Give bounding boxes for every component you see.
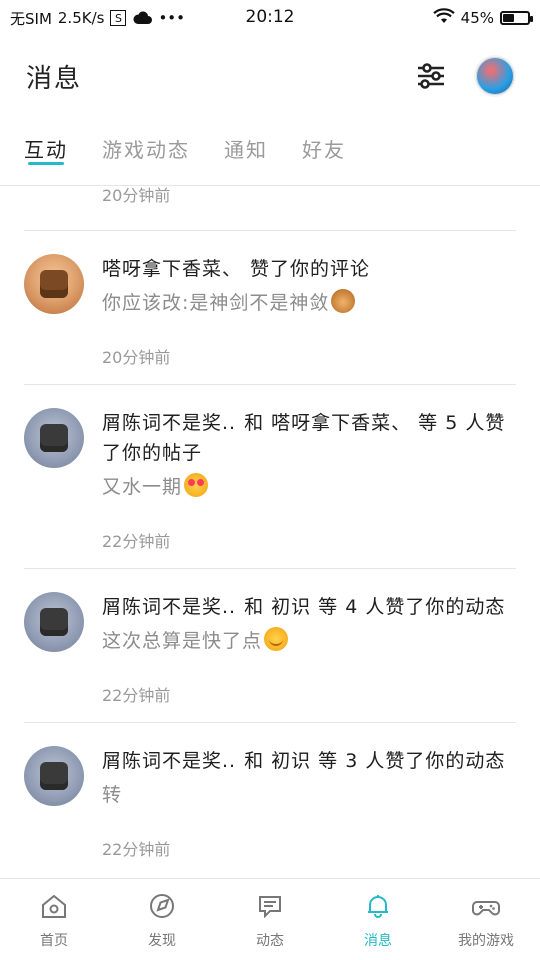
item-title-line2: 了你的帖子 <box>102 442 203 464</box>
gamepad-icon <box>470 890 502 922</box>
sliders-icon[interactable] <box>414 59 448 93</box>
status-time: 20:12 <box>245 7 295 27</box>
app-screen: 无SIM 2.5K/s S ••• 20:12 45% 消息 互动 游戏动态 通… <box>0 0 540 960</box>
nav-my-games[interactable]: 我的游戏 <box>432 890 540 950</box>
status-left: 无SIM 2.5K/s S ••• <box>10 8 185 29</box>
wifi-icon <box>432 8 455 28</box>
nav-messages[interactable]: 消息 <box>324 890 432 950</box>
nav-discover[interactable]: 发现 <box>108 890 216 950</box>
monkey-emoji <box>331 289 356 313</box>
item-title: 屑陈词不是奖.. 和 初识 等 4 人赞了你的动态 <box>102 592 505 622</box>
list-item[interactable]: 屑陈词不是奖.. 和 初识 等 3 人赞了你的动态 转 22分钟前 <box>24 746 516 860</box>
item-title: 屑陈词不是奖.. 和 初识 等 3 人赞了你的动态 <box>102 746 505 776</box>
divider <box>24 384 516 385</box>
sim-icon: S <box>110 10 127 26</box>
nav-my-games-label: 我的游戏 <box>458 932 514 949</box>
tab-bar: 互动 游戏动态 通知 好友 <box>0 116 540 186</box>
more-dots: ••• <box>158 9 185 27</box>
avatar-boy[interactable] <box>24 746 84 806</box>
active-tab-indicator <box>28 162 64 165</box>
avatar-girl[interactable] <box>24 254 84 314</box>
user-name[interactable]: 嗒呀拿下香菜、 <box>102 258 242 280</box>
battery-fill <box>503 14 514 22</box>
smile-emoji <box>264 627 289 651</box>
divider <box>24 722 516 723</box>
item-text: 嗒呀拿下香菜、 赞了你的评论 你应该改:是神剑不是神敛 20分钟前 <box>102 254 370 368</box>
nav-messages-label: 消息 <box>364 932 392 949</box>
divider <box>24 230 516 231</box>
discover-icon <box>146 890 178 922</box>
item-snippet: 转 <box>102 780 505 810</box>
bell-icon <box>362 890 394 922</box>
list-item[interactable]: 屑陈词不是奖.. 和 嗒呀拿下香菜、 等 5 人赞 了你的帖子 又水一期 22分钟… <box>24 408 516 552</box>
user-name[interactable]: 屑陈词不是奖.. <box>102 596 236 618</box>
item-time: 20分钟前 <box>102 348 171 367</box>
item-snippet: 你应该改:是神剑不是神敛 <box>102 288 370 318</box>
snippet-text: 转 <box>102 784 123 806</box>
tab-interactions[interactable]: 互动 <box>24 116 68 165</box>
profile-avatar[interactable] <box>474 55 516 97</box>
network-speed: 2.5K/s <box>57 9 105 27</box>
heart-eyes-emoji <box>184 473 209 497</box>
nav-home-label: 首页 <box>40 932 68 949</box>
user-name[interactable]: 屑陈词不是奖.. <box>102 412 236 434</box>
snippet-text: 又水一期 <box>102 476 183 498</box>
item-snippet: 这次总算是快了点 <box>102 626 505 656</box>
battery-icon <box>500 11 533 25</box>
feed-icon <box>254 890 286 922</box>
user-name[interactable]: 屑陈词不是奖.. <box>102 750 236 772</box>
cloud-icon <box>132 11 153 25</box>
item-text: 屑陈词不是奖.. 和 初识 等 4 人赞了你的动态 这次总算是快了点 22分钟前 <box>102 592 505 706</box>
item-title: 嗒呀拿下香菜、 赞了你的评论 <box>102 254 370 284</box>
header: 消息 <box>0 36 540 116</box>
item-action: 和 初识 等 4 人赞了你的动态 <box>244 596 506 618</box>
snippet-text: 这次总算是快了点 <box>102 630 263 652</box>
status-bar: 无SIM 2.5K/s S ••• 20:12 45% <box>0 0 540 36</box>
bottom-nav: 首页 发现 动态 消息 我的游戏 <box>0 878 540 960</box>
item-time: 22分钟前 <box>102 686 171 705</box>
avatar-boy[interactable] <box>24 408 84 468</box>
item-action: 和 初识 等 3 人赞了你的动态 <box>244 750 506 772</box>
tab-notifications-label: 通知 <box>224 138 268 162</box>
avatar-face <box>40 762 68 790</box>
nav-feed[interactable]: 动态 <box>216 890 324 950</box>
item-title: 屑陈词不是奖.. 和 嗒呀拿下香菜、 等 5 人赞 <box>102 408 505 438</box>
carrier-text: 无SIM <box>10 9 52 28</box>
status-right: 45% <box>432 8 533 28</box>
home-icon <box>38 890 70 922</box>
avatar-face <box>40 424 68 452</box>
item-text: 屑陈词不是奖.. 和 嗒呀拿下香菜、 等 5 人赞 了你的帖子 又水一期 22分钟… <box>102 408 505 552</box>
message-list[interactable]: 20分钟前 嗒呀拿下香菜、赞了你的评论 你应该改:是神剑不是神敛 20分钟前 <box>0 186 540 878</box>
avatar-face <box>40 608 68 636</box>
nav-discover-label: 发现 <box>148 932 176 949</box>
battery-percent: 45% <box>460 9 494 27</box>
avatar-face <box>40 270 68 298</box>
tab-notifications[interactable]: 通知 <box>224 116 268 163</box>
tab-friends[interactable]: 好友 <box>302 116 346 163</box>
item-time: 22分钟前 <box>102 532 171 551</box>
tab-friends-label: 好友 <box>302 138 346 162</box>
item-snippet: 又水一期 <box>102 472 505 502</box>
page-title: 消息 <box>26 63 83 94</box>
nav-home[interactable]: 首页 <box>0 890 108 950</box>
tab-game-updates-label: 游戏动态 <box>102 138 190 162</box>
item-action: 赞了你的评论 <box>250 258 371 280</box>
tab-game-updates[interactable]: 游戏动态 <box>102 116 190 163</box>
snippet-text: 你应该改:是神剑不是神敛 <box>102 292 330 314</box>
item-action: 和 嗒呀拿下香菜、 等 5 人赞 <box>244 412 506 434</box>
avatar-boy[interactable] <box>24 592 84 652</box>
list-item[interactable]: 屑陈词不是奖.. 和 初识 等 4 人赞了你的动态 这次总算是快了点 22分钟前 <box>24 592 516 706</box>
tab-interactions-label: 互动 <box>24 138 68 162</box>
list-item[interactable]: 嗒呀拿下香菜、 赞了你的评论 你应该改:是神剑不是神敛 20分钟前 <box>24 254 516 368</box>
item-time: 22分钟前 <box>102 840 171 859</box>
partial-item-time: 20分钟前 <box>102 186 171 205</box>
nav-feed-label: 动态 <box>256 932 284 949</box>
header-actions <box>414 55 516 97</box>
sim-icon-letter: S <box>114 11 122 25</box>
item-text: 屑陈词不是奖.. 和 初识 等 3 人赞了你的动态 转 22分钟前 <box>102 746 505 860</box>
divider <box>24 568 516 569</box>
